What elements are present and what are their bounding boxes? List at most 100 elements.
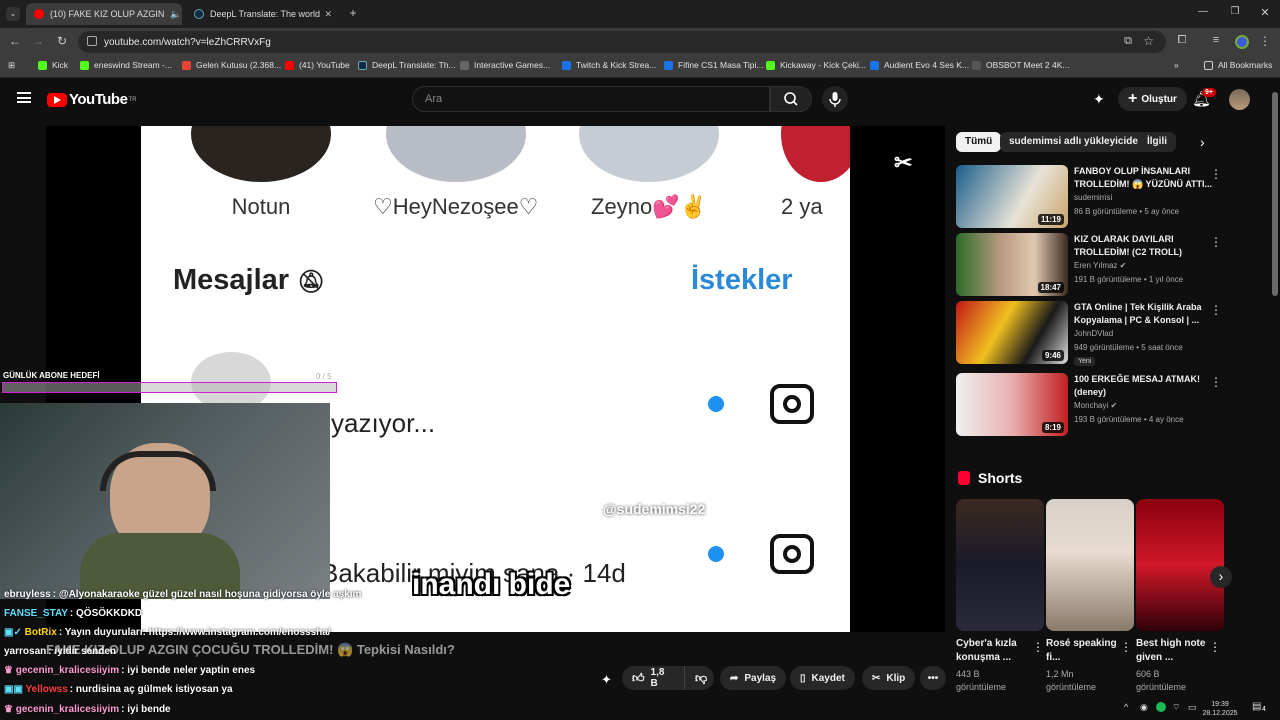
create-button[interactable]: + Oluştur <box>1118 87 1187 111</box>
short-thumbnail[interactable] <box>1046 499 1134 631</box>
kebab-menu-icon[interactable]: ⋮ <box>1210 375 1222 389</box>
share-button[interactable]: ➦ Paylaş <box>720 666 787 690</box>
bookmark-audient[interactable]: Audient Evo 4 Ses K... <box>870 60 969 70</box>
reload-icon[interactable]: ↻ <box>55 34 69 48</box>
extensions-icon[interactable]: ⧠ <box>1175 34 1189 47</box>
kebab-menu-icon[interactable]: ⋮ <box>1209 640 1221 654</box>
like-button[interactable]: 👍︎ 1,8 B <box>622 666 684 690</box>
thumbs-up-icon: 👍︎ <box>632 670 645 685</box>
messages-heading-label: Mesajlar <box>173 264 290 296</box>
recommendation-item[interactable]: 11:19 FANBOY OLUP İNSANLARI TROLLEDİM! 😱… <box>956 165 1224 229</box>
search-button[interactable] <box>770 86 812 112</box>
bookmark-fifine[interactable]: Fifine CS1 Masa Tipi... <box>664 60 764 70</box>
notification-center-icon[interactable]: ▤ <box>1252 701 1261 712</box>
account-avatar[interactable] <box>1229 89 1250 110</box>
kebab-menu-icon[interactable]: ⋮ <box>1210 235 1222 249</box>
bookmark-star-icon[interactable]: ☆ <box>1143 34 1154 48</box>
recommendation-item[interactable]: 18:47 KIZ OLARAK DAYILARI TROLLEDİM! (C2… <box>956 233 1224 297</box>
chip-from-uploader[interactable]: sudemimsi adlı yükleyiciden <box>1000 132 1154 152</box>
video-watermark: @sudemimsi22 <box>603 501 706 517</box>
recommendation-item[interactable]: 8:19 100 ERKEĞE MESAJ ATMAK! (deney) Mon… <box>956 373 1224 437</box>
shorts-next-button[interactable]: › <box>1210 566 1232 588</box>
tab-close-icon[interactable]: ✕ <box>324 9 332 20</box>
more-actions-button[interactable]: ••• <box>920 666 946 690</box>
tray-overflow-icon[interactable]: ^ <box>1124 702 1128 712</box>
kebab-menu-icon[interactable]: ⋮ <box>1120 640 1132 654</box>
forward-icon[interactable]: → <box>31 34 45 48</box>
short-views-label: görüntüleme <box>1136 682 1187 692</box>
bookmark-obsbot[interactable]: OBSBOT Meet 2 4K... <box>972 60 1069 70</box>
all-bookmarks[interactable]: All Bookmarks <box>1204 60 1272 70</box>
kebab-menu-icon[interactable]: ⋮ <box>1210 303 1222 317</box>
recommendation-channel: sudemimsi <box>1074 193 1113 202</box>
capcut-logo-icon: ✂ <box>894 150 913 175</box>
short-title[interactable]: Cyber'a kızla konuşma ... <box>956 637 1032 665</box>
short-thumbnail[interactable] <box>1136 499 1224 631</box>
monitor-icon[interactable]: ▭ <box>1188 702 1197 713</box>
video-thumbnail: 18:47 <box>956 233 1068 296</box>
new-tab-icon[interactable]: + <box>346 6 360 20</box>
apps-icon[interactable]: ⊞ <box>8 60 15 71</box>
site-info-icon[interactable] <box>87 36 97 46</box>
check-icon <box>664 60 673 70</box>
restore-icon[interactable]: ❐ <box>1228 6 1242 17</box>
chat-username: FANSE_STAY <box>4 608 68 619</box>
minimize-icon[interactable]: — <box>1196 6 1210 17</box>
kick-icon <box>80 60 89 70</box>
back-icon[interactable]: ← <box>8 34 22 48</box>
system-tray: ^ ◉ ⌔ ▭ 19:39 28.12.2025 ▤ 4 <box>0 698 1280 720</box>
hamburger-menu-icon[interactable] <box>17 92 31 103</box>
clip-button[interactable]: ✂ Klip <box>862 666 916 690</box>
chips-next-icon[interactable]: › <box>1200 134 1205 150</box>
bookmark-eneswind[interactable]: eneswind Stream -... <box>80 60 172 70</box>
chip-all[interactable]: Tümü <box>956 132 1002 152</box>
new-badge: Yeni <box>1074 357 1096 366</box>
bookmark-youtube[interactable]: (41) YouTube <box>285 60 350 70</box>
cast-extension-icon[interactable]: ✦ <box>1093 91 1105 108</box>
share-label: Paylaş <box>744 672 777 684</box>
clock[interactable]: 19:39 28.12.2025 <box>1200 700 1240 718</box>
bookmark-kickaway[interactable]: Kickaway - Kick Çeki... <box>766 60 866 70</box>
browser-menu-icon[interactable]: ⋮ <box>1258 34 1272 48</box>
notification-count: 4 <box>1262 706 1266 713</box>
extension-icon[interactable]: ✦ <box>601 672 612 688</box>
bookmarks-overflow-icon[interactable]: » <box>1174 60 1179 70</box>
duration-badge: 11:19 <box>1037 214 1064 225</box>
mod-badge-icon: ▣✓ <box>4 627 22 638</box>
short-title[interactable]: Best high note given ... <box>1136 637 1212 665</box>
recommendation-item[interactable]: 9:46 GTA Online | Tek Kişilik Araba Kopy… <box>956 301 1224 371</box>
discord-icon[interactable]: ◉ <box>1140 702 1148 713</box>
bookmark-icon: ▯ <box>800 672 806 684</box>
story-name: ♡HeyNezoşee♡ <box>373 194 539 219</box>
kebab-menu-icon[interactable]: ⋮ <box>1032 640 1044 654</box>
tab-deepl[interactable]: DeepL Translate: The world's m ✕ <box>186 3 340 25</box>
page-scrollbar[interactable] <box>1272 92 1278 296</box>
dislike-button[interactable]: 👎︎ <box>684 666 714 690</box>
youtube-logo[interactable]: YouTube TR <box>47 91 136 108</box>
bookmark-twitch-kick[interactable]: Twitch & Kick Strea... <box>562 60 656 70</box>
bookmark-kick[interactable]: Kick <box>38 60 68 70</box>
spotify-icon[interactable] <box>1156 702 1166 712</box>
profile-avatar-icon[interactable] <box>1235 35 1249 49</box>
cast-icon[interactable]: ⧉ <box>1124 35 1132 48</box>
bookmark-interactive-games[interactable]: Interactive Games... <box>460 60 550 70</box>
save-button[interactable]: ▯ Kaydet <box>790 666 855 690</box>
tab-search-button[interactable]: ⌄ <box>6 7 20 21</box>
kebab-menu-icon[interactable]: ⋮ <box>1210 167 1222 181</box>
wifi-icon[interactable]: ⌔ <box>1172 702 1180 713</box>
voice-search-button[interactable] <box>822 86 848 112</box>
bookmark-gmail[interactable]: Gelen Kutusu (2.368... <box>182 60 281 70</box>
bookmark-deepl[interactable]: DeepL Translate: Th... <box>358 60 456 70</box>
page-icon <box>460 60 469 70</box>
short-thumbnail[interactable] <box>956 499 1044 631</box>
short-title[interactable]: Rosé speaking fi... <box>1046 637 1122 665</box>
address-bar[interactable]: youtube.com/watch?v=leZhCRRVxFg ⧉ ☆ <box>78 31 1166 53</box>
short-views-label: görüntüleme <box>956 682 1007 692</box>
window-close-icon[interactable]: ✕ <box>1258 6 1272 19</box>
search-input[interactable]: Ara <box>412 86 770 112</box>
chip-related[interactable]: İlgili <box>1138 132 1176 152</box>
tab-youtube-video[interactable]: (10) FAKE KIZ OLUP AZGIN 🔈 ✕ <box>26 3 182 25</box>
shorts-title: Shorts <box>978 470 1023 486</box>
reading-list-icon[interactable]: ≡ <box>1209 34 1223 46</box>
recommendation-title: GTA Online | Tek Kişilik Araba Kopyalama… <box>1074 302 1202 325</box>
